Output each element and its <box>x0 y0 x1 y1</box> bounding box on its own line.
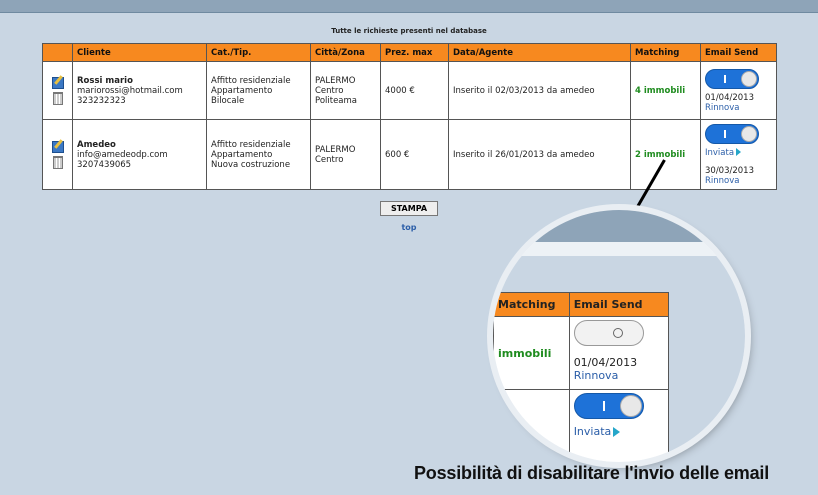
renew-link[interactable]: Rinnova <box>705 176 772 186</box>
cat-line: Appartamento <box>211 149 273 160</box>
row-actions <box>42 119 73 190</box>
city-line: Centro <box>315 154 344 165</box>
price-cell: 600 € <box>380 119 449 190</box>
cat-line: Affitto residenziale <box>211 75 291 86</box>
city-cell: PALERMO Centro Politeama <box>310 61 381 120</box>
client-phone: 3207439065 <box>77 159 132 170</box>
email-date: 01/04/2013 <box>705 92 754 103</box>
email-toggle-off[interactable] <box>573 320 644 346</box>
zoom-email-cell: 01/04/2013 Rinnova <box>568 316 670 390</box>
cliente-cell: Rossi mario mariorossi@hotmail.com 32323… <box>72 61 207 120</box>
zoom-email-cell: Inviata <box>568 389 670 462</box>
zoom-matching-empty <box>493 389 570 462</box>
client-name: Amedeo <box>77 139 116 150</box>
col-matching: Matching <box>630 43 701 62</box>
zoom-topbar <box>493 210 745 242</box>
zoom-sent-label: Inviata <box>573 425 612 438</box>
cat-line: Bilocale <box>211 95 245 106</box>
sent-status: Inviata <box>705 148 772 158</box>
zoom-sent-status: Inviata <box>574 425 664 438</box>
email-toggle[interactable] <box>705 123 759 144</box>
client-email: info@amedeodp.com <box>77 149 168 160</box>
col-prezzo: Prez. max <box>380 43 449 62</box>
client-phone: 323232323 <box>77 95 126 106</box>
email-toggle-on[interactable] <box>573 393 644 419</box>
cat-line: Nuova costruzione <box>211 159 291 170</box>
zoom-matching: immobili <box>493 316 570 390</box>
col-data-agente: Data/Agente <box>448 43 631 62</box>
col-actions <box>42 43 73 62</box>
col-cat: Cat./Tip. <box>206 43 311 62</box>
renew-link[interactable]: Rinnova <box>705 103 772 113</box>
magnifier-zoom: Matching Email Send immobili 01/04/2013 … <box>493 210 745 462</box>
zoom-table: Matching Email Send immobili 01/04/2013 … <box>493 292 670 462</box>
table-header-row: Cliente Cat./Tip. Città/Zona Prez. max D… <box>42 43 777 62</box>
price-cell: 4000 € <box>380 61 449 120</box>
client-email: mariorossi@hotmail.com <box>77 85 183 96</box>
requests-table: Cliente Cat./Tip. Città/Zona Prez. max D… <box>42 43 777 190</box>
cat-line: Affitto residenziale <box>211 139 291 150</box>
email-date: 30/03/2013 <box>705 165 754 176</box>
edit-icon[interactable] <box>51 76 64 89</box>
date-agent-cell: Inserito il 02/03/2013 da amedeo <box>448 61 631 120</box>
matching-link[interactable]: 4 immobili <box>630 61 701 120</box>
table-row: Rossi mario mariorossi@hotmail.com 32323… <box>42 61 777 120</box>
flag-icon <box>736 148 742 156</box>
city-line: Politeama <box>315 95 358 106</box>
client-name: Rossi mario <box>77 75 133 86</box>
city-line: PALERMO <box>315 75 356 86</box>
city-line: PALERMO <box>315 144 356 155</box>
top-bar <box>0 0 818 13</box>
cat-line: Appartamento <box>211 85 273 96</box>
col-citta: Città/Zona <box>310 43 381 62</box>
page-title: Tutte le richieste presenti nel database <box>331 27 487 35</box>
zoom-renew-link[interactable]: Rinnova <box>574 369 664 382</box>
cat-cell: Affitto residenziale Appartamento Biloca… <box>206 61 311 120</box>
cat-cell: Affitto residenziale Appartamento Nuova … <box>206 119 311 190</box>
zoom-col-email-send: Email Send <box>568 292 670 317</box>
email-send-cell: Inviata 30/03/2013 Rinnova <box>700 119 777 190</box>
sent-label: Inviata <box>705 147 735 158</box>
flag-icon <box>613 427 621 437</box>
col-cliente: Cliente <box>72 43 207 62</box>
matching-link[interactable]: 2 immobili <box>630 119 701 190</box>
trash-icon[interactable] <box>52 155 63 169</box>
email-send-cell: 01/04/2013 Rinnova <box>700 61 777 120</box>
date-agent-cell: Inserito il 26/01/2013 da amedeo <box>448 119 631 190</box>
row-actions <box>42 61 73 120</box>
table-row: Amedeo info@amedeodp.com 3207439065 Affi… <box>42 119 777 190</box>
edit-icon[interactable] <box>51 140 64 153</box>
zoom-date: 01/04/2013 <box>573 356 638 369</box>
print-button[interactable]: STAMPA <box>380 201 438 216</box>
feature-caption: Possibilità di disabilitare l'invio dell… <box>414 463 769 483</box>
city-cell: PALERMO Centro <box>310 119 381 190</box>
col-email-send: Email Send <box>700 43 777 62</box>
city-line: Centro <box>315 85 344 96</box>
zoom-col-matching: Matching <box>493 292 570 317</box>
trash-icon[interactable] <box>52 91 63 105</box>
email-toggle[interactable] <box>705 68 759 89</box>
zoom-band <box>493 242 745 256</box>
cliente-cell: Amedeo info@amedeodp.com 3207439065 <box>72 119 207 190</box>
